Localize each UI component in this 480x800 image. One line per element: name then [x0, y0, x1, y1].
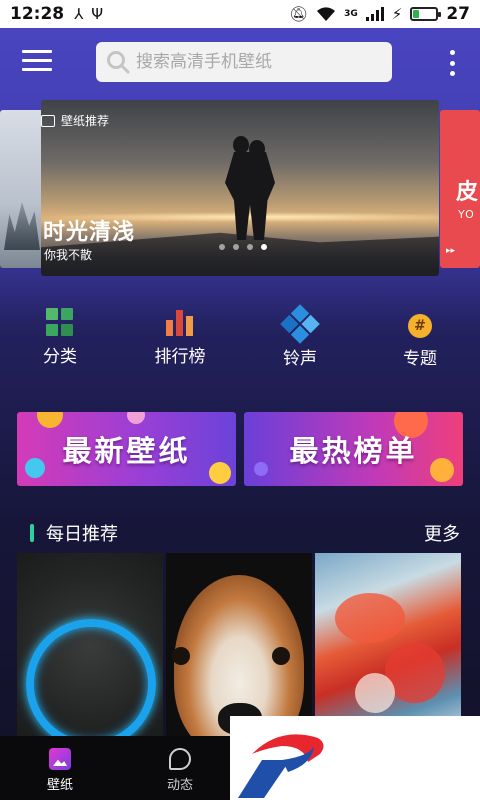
- battery-percent: 27: [446, 4, 470, 24]
- nav-category-label: 分类: [43, 347, 77, 367]
- daily-thumbnails: [17, 553, 463, 741]
- app-header: [0, 28, 480, 96]
- feed-tab-icon: [169, 748, 191, 770]
- wallpaper-thumb[interactable]: [315, 553, 461, 741]
- wallpaper-tab-icon: [49, 748, 71, 770]
- art-swirl: [335, 593, 405, 643]
- puppy-eye: [172, 647, 190, 665]
- next-card-title: 皮: [456, 180, 479, 205]
- play-arrows-icon: ▸▸: [446, 246, 456, 256]
- decor-bubble: [127, 412, 145, 424]
- signal-icon: [365, 7, 384, 21]
- status-bar: 12:28 ⅄ Ψ 🔕︎ 3G ⚡︎ 27: [0, 0, 480, 28]
- network-type: 3G: [344, 9, 358, 19]
- banner-subtitle: 你我不散: [44, 248, 93, 262]
- more-link[interactable]: 更多: [424, 520, 460, 546]
- nav-topic-label: 专题: [403, 349, 437, 369]
- neon-ring-image: [26, 619, 156, 741]
- daily-section-header: 每日推荐 更多: [30, 518, 460, 548]
- nav-topic[interactable]: # 专题: [360, 308, 480, 378]
- tab-wallpaper[interactable]: 壁纸: [0, 736, 120, 800]
- promo-hot-label: 最热榜单: [289, 434, 418, 468]
- usb-icon: ⅄: [74, 5, 84, 23]
- image-icon: [41, 114, 55, 127]
- nav-ranking-label: 排行榜: [154, 347, 206, 367]
- mute-icon: 🔕︎: [289, 5, 309, 23]
- decor-bubble: [430, 458, 454, 482]
- banner-badge-label: 壁纸推荐: [61, 114, 110, 128]
- search-input[interactable]: [136, 52, 376, 72]
- wallpaper-thumb[interactable]: [166, 553, 312, 741]
- carousel-dots[interactable]: [219, 244, 267, 250]
- quick-nav: 分类 排行榜 铃声 # 专题: [0, 304, 480, 378]
- banner-title: 时光清浅: [43, 220, 136, 245]
- decor-bubble: [209, 462, 231, 484]
- carousel-dot[interactable]: [247, 244, 253, 250]
- ranking-bars-icon: [166, 308, 194, 336]
- tab-wallpaper-label: 壁纸: [46, 778, 73, 793]
- promo-hot-list[interactable]: 最热榜单: [244, 412, 463, 486]
- next-card-subtitle: YO: [458, 208, 475, 221]
- banner-carousel[interactable]: 壁纸推荐 时光清浅 你我不散 皮 YO ▸▸: [0, 100, 480, 276]
- menu-icon[interactable]: [22, 50, 52, 74]
- ringtone-icon: [280, 304, 320, 344]
- wifi-icon: [317, 7, 336, 21]
- status-time: 12:28: [10, 4, 65, 24]
- carousel-dot-active[interactable]: [261, 244, 267, 250]
- battery-fill: [413, 10, 420, 18]
- carousel-dot[interactable]: [219, 244, 225, 250]
- daily-title: 每日推荐: [46, 524, 118, 545]
- nav-ringtone-label: 铃声: [283, 349, 317, 369]
- more-vertical-icon[interactable]: [450, 50, 458, 76]
- search-bar[interactable]: [96, 42, 392, 82]
- carousel-prev-card[interactable]: [0, 110, 44, 268]
- banner-badge: 壁纸推荐: [41, 112, 109, 129]
- nav-ringtone[interactable]: 铃声: [240, 304, 360, 378]
- promo-latest-wallpapers[interactable]: 最新壁纸: [17, 412, 236, 486]
- carousel-dot[interactable]: [233, 244, 239, 250]
- nav-ranking[interactable]: 排行榜: [120, 308, 240, 378]
- decor-bubble: [37, 412, 63, 428]
- promo-latest-label: 最新壁纸: [62, 434, 191, 468]
- status-right: 🔕︎ 3G ⚡︎ 27: [289, 4, 470, 24]
- brand-logo-icon: [238, 734, 324, 798]
- search-icon: [107, 51, 130, 74]
- topic-hash-icon: #: [408, 314, 432, 338]
- charging-icon: ⚡︎: [391, 5, 403, 23]
- watermark-logo: [230, 716, 480, 800]
- carousel-next-card[interactable]: 皮 YO ▸▸: [440, 110, 480, 268]
- battery-icon: [410, 7, 442, 21]
- banner-slide[interactable]: 壁纸推荐 时光清浅 你我不散: [41, 100, 439, 276]
- usb-debug-icon: Ψ: [91, 5, 104, 23]
- art-swirl: [355, 673, 395, 713]
- tab-feed-label: 动态: [166, 778, 193, 793]
- tab-feed[interactable]: 动态: [120, 736, 240, 800]
- nav-category[interactable]: 分类: [0, 308, 120, 378]
- couple-silhouette: [223, 136, 279, 240]
- decor-bubble: [25, 458, 45, 478]
- category-grid-icon: [46, 308, 74, 336]
- section-accent-bar: [30, 524, 34, 542]
- puppy-eye: [272, 647, 290, 665]
- wallpaper-thumb[interactable]: [17, 553, 163, 741]
- decor-bubble: [254, 462, 268, 476]
